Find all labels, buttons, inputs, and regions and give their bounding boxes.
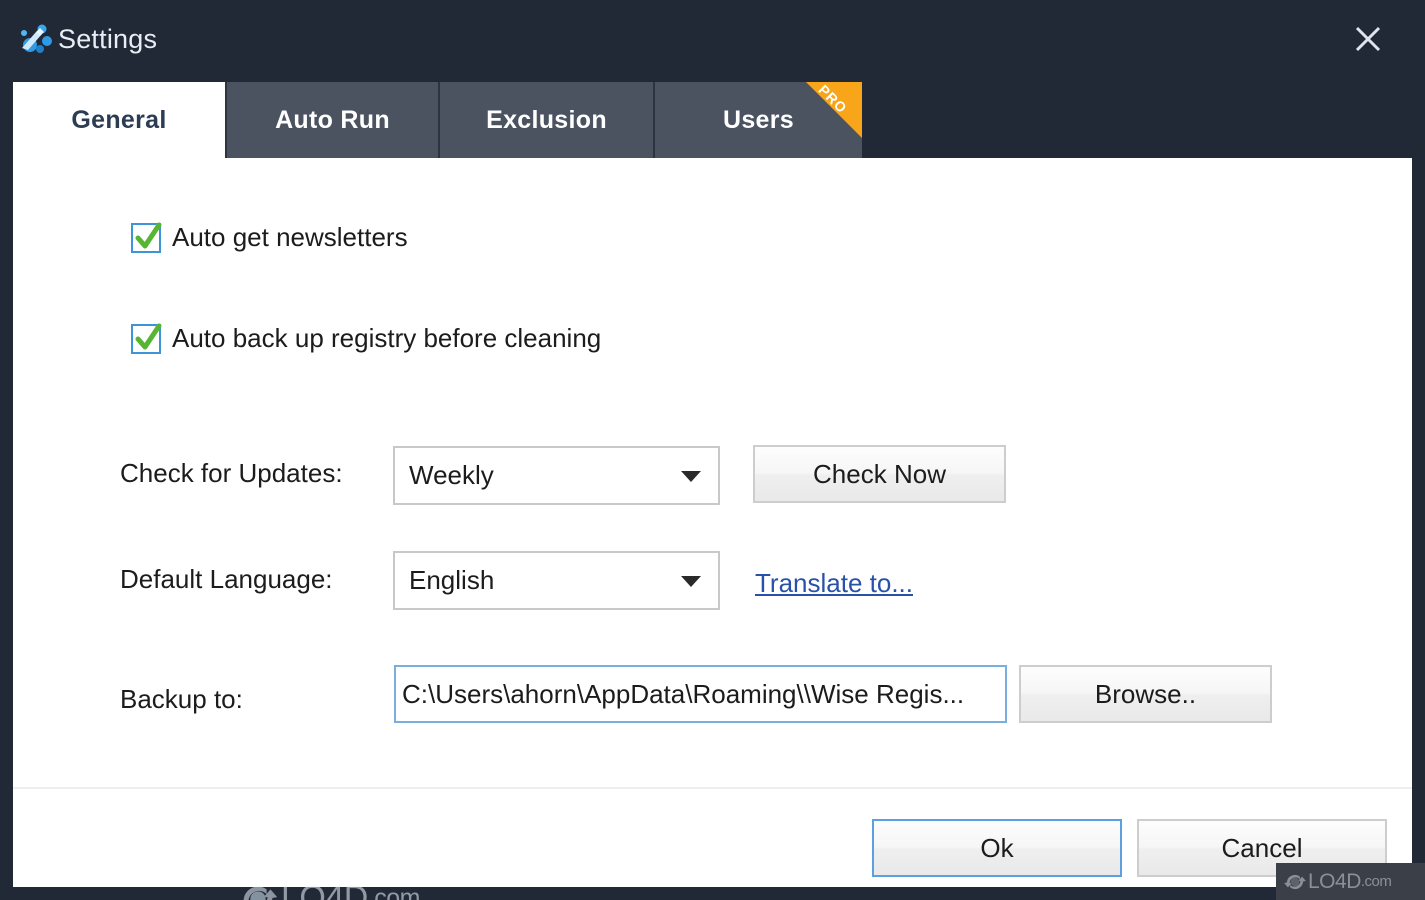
- default-language-select[interactable]: English: [393, 551, 720, 610]
- backup-to-label: Backup to:: [120, 684, 243, 714]
- tab-users[interactable]: Users PRO: [653, 82, 862, 158]
- cancel-button-label: Cancel: [1221, 832, 1303, 863]
- lo4d-brand-text: LO4D: [281, 879, 368, 900]
- ok-button[interactable]: Ok: [872, 819, 1122, 877]
- check-for-updates-select[interactable]: Weekly: [393, 446, 720, 505]
- tab-auto-run[interactable]: Auto Run: [225, 82, 438, 158]
- lo4d-suffix-text: .com: [367, 884, 421, 900]
- checkbox-checked-icon: [131, 222, 162, 253]
- settings-window: Settings General Auto Run Exclusion User…: [0, 0, 1425, 900]
- window-title: Settings: [58, 24, 158, 54]
- wrench-tools-icon: [14, 18, 56, 60]
- tab-exclusion[interactable]: Exclusion: [438, 82, 653, 158]
- check-for-updates-value: Weekly: [409, 460, 494, 490]
- chevron-down-icon: [681, 575, 701, 587]
- checkbox-auto-get-newsletters-label: Auto get newsletters: [172, 222, 408, 252]
- backup-path-input[interactable]: C:\Users\ahorn\AppData\Roaming\\Wise Reg…: [394, 665, 1007, 723]
- lo4d-watermark-corner: LO4D .com: [1276, 863, 1425, 900]
- tab-exclusion-label: Exclusion: [486, 105, 607, 134]
- lo4d-brand-text: LO4D: [1308, 870, 1361, 893]
- tab-strip: General Auto Run Exclusion Users PRO LO4…: [0, 82, 1425, 234]
- refresh-circle-icon: [240, 886, 278, 900]
- lo4d-suffix-text: .com: [1360, 873, 1392, 890]
- chevron-down-icon: [681, 470, 701, 482]
- default-language-label: Default Language:: [120, 564, 333, 594]
- checkbox-auto-backup-registry[interactable]: Auto back up registry before cleaning: [131, 323, 601, 354]
- check-now-button[interactable]: Check Now: [753, 445, 1006, 503]
- checkbox-auto-get-newsletters[interactable]: Auto get newsletters: [131, 222, 408, 253]
- footer-divider: [13, 787, 1412, 789]
- default-language-value: English: [409, 565, 495, 595]
- tab-users-label: Users: [723, 105, 794, 134]
- translate-to-link[interactable]: Translate to...: [755, 568, 913, 599]
- ok-button-label: Ok: [980, 832, 1014, 863]
- checkbox-checked-icon: [131, 323, 162, 354]
- checkbox-auto-backup-registry-label: Auto back up registry before cleaning: [172, 323, 602, 353]
- general-tab-panel: Auto get newsletters Auto back up regist…: [13, 158, 1412, 900]
- check-for-updates-label: Check for Updates:: [120, 458, 343, 488]
- close-icon[interactable]: [1345, 16, 1391, 62]
- check-now-button-label: Check Now: [813, 458, 946, 489]
- title-bar: Settings: [0, 0, 1425, 82]
- browse-button-label: Browse..: [1094, 678, 1197, 709]
- refresh-circle-icon: [1284, 874, 1306, 889]
- tab-general[interactable]: General: [13, 82, 225, 158]
- backup-path-value: C:\Users\ahorn\AppData\Roaming\\Wise Reg…: [402, 678, 965, 709]
- browse-button[interactable]: Browse..: [1019, 665, 1272, 723]
- lo4d-watermark-faint: LO4D .com: [235, 879, 421, 900]
- tab-general-label: General: [71, 105, 167, 134]
- tab-auto-run-label: Auto Run: [275, 105, 390, 134]
